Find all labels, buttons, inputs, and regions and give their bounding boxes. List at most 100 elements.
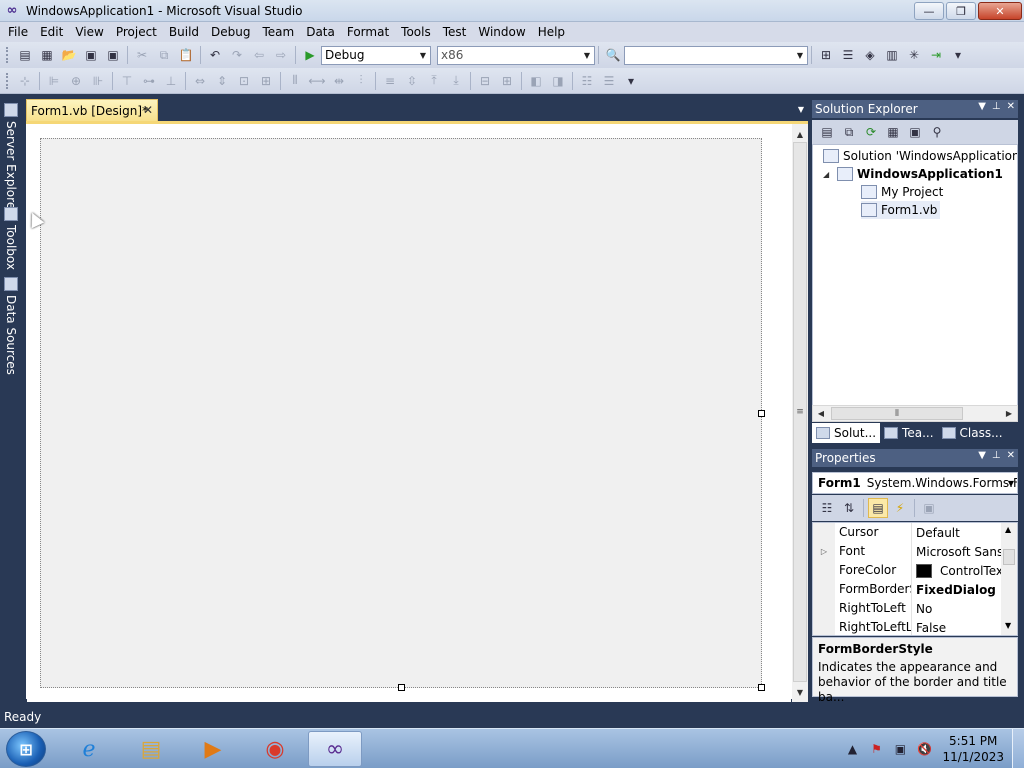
save-all-icon[interactable]: ▣ <box>103 45 123 65</box>
property-row[interactable]: RightToLeftLa False <box>813 618 1003 635</box>
auto-hide-pin-icon[interactable]: ⊥ <box>992 101 1001 112</box>
solution-configuration-select[interactable]: Debug ▼ <box>321 45 431 65</box>
horizontal-spacing-decrease-icon[interactable]: ⇹ <box>329 71 349 91</box>
tree-item-project[interactable]: ◢ WindowsApplication1 <box>823 165 1003 183</box>
property-value[interactable]: No <box>912 602 1003 616</box>
align-middles-icon[interactable]: ⊶ <box>139 71 159 91</box>
property-row[interactable]: FormBorderSt FixedDialog <box>813 580 1003 599</box>
menu-help[interactable]: Help <box>532 22 571 42</box>
navigate-forward-icon[interactable]: ⇨ <box>271 45 291 65</box>
properties-window-icon[interactable]: ☰ <box>838 45 858 65</box>
window-position-icon[interactable]: ▼ <box>978 450 986 461</box>
solution-explorer-icon[interactable]: ⊞ <box>816 45 836 65</box>
menu-test[interactable]: Test <box>437 22 473 42</box>
toolbox-icon[interactable]: ▥ <box>882 45 902 65</box>
designer-vertical-scrollbar[interactable]: ▲ ≡ ▼ <box>792 124 808 702</box>
horizontal-spacing-remove-icon[interactable]: ⫶ <box>351 71 371 91</box>
solution-platform-select[interactable]: x86 ▼ <box>437 45 595 65</box>
start-debugging-icon[interactable]: ▶ <box>300 45 320 65</box>
form1-surface[interactable] <box>40 138 762 688</box>
file-explorer-icon[interactable]: ▤ <box>124 731 178 767</box>
solution-horizontal-scrollbar[interactable]: ◀ ⦀ ▶ <box>812 405 1018 422</box>
scroll-down-icon[interactable]: ▼ <box>792 684 808 700</box>
vertical-spacing-remove-icon[interactable]: ⤓ <box>446 71 466 91</box>
tree-item-solution[interactable]: Solution 'WindowsApplication1' <box>823 147 1017 165</box>
resize-handle-corner[interactable] <box>758 684 765 691</box>
vertical-spacing-equal-icon[interactable]: ≡ <box>380 71 400 91</box>
menu-build[interactable]: Build <box>163 22 205 42</box>
categorized-icon[interactable]: ☷ <box>817 498 837 518</box>
start-button[interactable]: ⊞ <box>6 731 46 767</box>
auto-hide-pin-icon[interactable]: ⊥ <box>992 450 1001 461</box>
view-designer-icon[interactable]: ▣ <box>905 122 925 142</box>
menu-format[interactable]: Format <box>341 22 395 42</box>
show-desktop-button[interactable] <box>1012 729 1024 768</box>
property-value[interactable]: FixedDialog <box>912 583 1003 597</box>
redo-icon[interactable]: ↷ <box>227 45 247 65</box>
property-row[interactable]: ▷ Font Microsoft Sans S <box>813 542 1003 561</box>
toolbar-grip[interactable] <box>6 72 10 89</box>
make-same-height-icon[interactable]: ⇕ <box>212 71 232 91</box>
tab-class-view[interactable]: Class... <box>938 423 1007 443</box>
chrome-icon[interactable]: ◉ <box>248 731 302 767</box>
menu-tools[interactable]: Tools <box>395 22 437 42</box>
close-tab-icon[interactable]: ✕ <box>143 103 153 117</box>
visual-studio-taskbar-icon[interactable]: ∞ <box>308 731 362 767</box>
alphabetical-icon[interactable]: ⇅ <box>839 498 859 518</box>
menu-window[interactable]: Window <box>472 22 531 42</box>
resize-handle-bottom[interactable] <box>398 684 405 691</box>
vertical-spacing-increase-icon[interactable]: ⇳ <box>402 71 422 91</box>
send-to-back-icon[interactable]: ◨ <box>548 71 568 91</box>
close-panel-icon[interactable]: ✕ <box>1007 450 1015 461</box>
expand-arrow-icon[interactable]: ▷ <box>813 542 835 561</box>
action-center-icon[interactable]: ⚑ <box>867 740 885 758</box>
internet-explorer-icon[interactable]: ℯ <box>62 731 116 767</box>
toolbar-grip[interactable] <box>6 47 10 63</box>
scroll-thumb[interactable]: ⦀ <box>831 407 963 420</box>
window-position-icon[interactable]: ▼ <box>978 101 986 112</box>
scroll-up-icon[interactable]: ▲ <box>792 126 808 142</box>
property-row[interactable]: Cursor Default <box>813 523 1003 542</box>
extension-manager-icon[interactable]: ✳ <box>904 45 924 65</box>
show-hidden-icons-icon[interactable]: ▲ <box>843 740 861 758</box>
horizontal-spacing-equal-icon[interactable]: ⫴ <box>285 71 305 91</box>
horizontal-spacing-increase-icon[interactable]: ⟷ <box>307 71 327 91</box>
volume-muted-icon[interactable]: 🔇 <box>915 740 933 758</box>
clock[interactable]: 5:51 PM 11/1/2023 <box>942 733 1004 765</box>
events-icon[interactable]: ⚡ <box>890 498 910 518</box>
active-files-dropdown-icon[interactable]: ▼ <box>798 105 804 114</box>
menu-data[interactable]: Data <box>300 22 341 42</box>
toolbox-tab[interactable]: Toolbox <box>2 207 20 270</box>
size-to-grid-icon[interactable]: ⊞ <box>256 71 276 91</box>
close-button[interactable]: ✕ <box>978 2 1022 20</box>
minimize-button[interactable]: — <box>914 2 944 20</box>
start-page-icon[interactable]: ⇥ <box>926 45 946 65</box>
center-horizontally-icon[interactable]: ⊟ <box>475 71 495 91</box>
center-vertically-icon[interactable]: ⊞ <box>497 71 517 91</box>
menu-debug[interactable]: Debug <box>205 22 256 42</box>
resize-handle-right[interactable] <box>758 410 765 417</box>
property-grid-scrollbar[interactable]: ▲ ▼ <box>1001 523 1017 635</box>
add-item-icon[interactable]: ▦ <box>37 45 57 65</box>
cut-icon[interactable]: ✂ <box>132 45 152 65</box>
align-rights-icon[interactable]: ⊪ <box>88 71 108 91</box>
new-project-icon[interactable]: ▤ <box>15 45 35 65</box>
undo-icon[interactable]: ↶ <box>205 45 225 65</box>
property-value-container[interactable]: ControlTex <box>912 563 1003 578</box>
properties-icon[interactable]: ▤ <box>817 122 837 142</box>
toolbar-options-icon[interactable]: ▾ <box>621 71 641 91</box>
data-sources-tab[interactable]: Data Sources <box>2 277 20 375</box>
tab-order-icon[interactable]: ☷ <box>577 71 597 91</box>
scroll-down-icon[interactable]: ▼ <box>1005 621 1011 630</box>
object-browser-icon[interactable]: ◈ <box>860 45 880 65</box>
menu-project[interactable]: Project <box>110 22 163 42</box>
scroll-thumb[interactable] <box>1003 549 1015 565</box>
navigate-backward-icon[interactable]: ⇦ <box>249 45 269 65</box>
scroll-up-icon[interactable]: ▲ <box>1005 525 1011 534</box>
menu-edit[interactable]: Edit <box>34 22 69 42</box>
property-row[interactable]: ForeColor ControlTex <box>813 561 1003 580</box>
menu-view[interactable]: View <box>69 22 109 42</box>
save-icon[interactable]: ▣ <box>81 45 101 65</box>
scroll-right-icon[interactable]: ▶ <box>1002 406 1016 421</box>
bring-to-front-icon[interactable]: ◧ <box>526 71 546 91</box>
